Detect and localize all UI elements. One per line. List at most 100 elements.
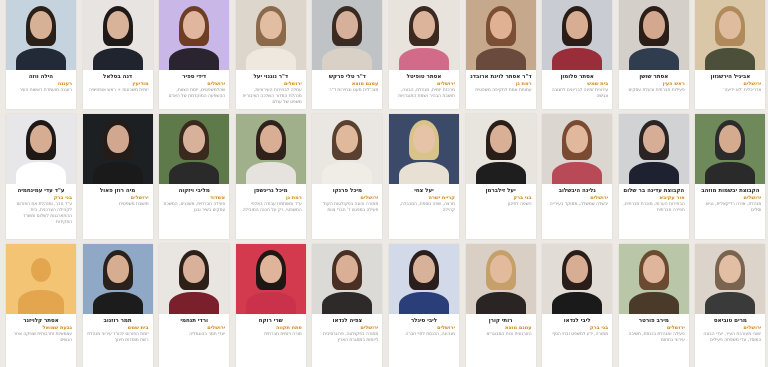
candidate-name[interactable]: אסתר סלומון	[546, 73, 608, 81]
candidate-name[interactable]: צפיה לנדאו	[316, 317, 378, 325]
candidate-card[interactable]: מיכל גרינשפן רמת גן ע"ד ומשתמת עבודה באלפי…	[235, 114, 306, 239]
candidate-card[interactable]: ורדי תנחמי ירושלים יעדי תמר בהוגמליה	[159, 244, 230, 367]
candidate-photo[interactable]	[312, 244, 383, 314]
candidate-card[interactable]: אסתר שושן ראש העין פעילות חברתית ובעלת עסק…	[618, 0, 689, 109]
candidate-photo[interactable]	[542, 114, 613, 184]
candidate-photo[interactable]	[542, 244, 613, 314]
candidate-info: רותי קורן עמנם מוצא הארגונית וכוח המבוגרים	[466, 314, 536, 359]
candidate-name[interactable]: אסתר טופיטל	[393, 73, 455, 81]
candidate-name[interactable]: שרי רוקח	[240, 317, 302, 325]
candidate-description: מרכזת יזמית, מנהלת, הבונה, תושבת הבהיר ו…	[398, 88, 455, 99]
candidate-name[interactable]: הקבוצת יבשמות מוזהב	[699, 187, 761, 195]
candidate-card[interactable]: דנה בסלאל מודיעין יזמית משכונות + ראש אופו…	[82, 0, 153, 109]
candidate-card[interactable]: הקבוצת עדינה בר שלום אור עקיבא הבחירות הער…	[618, 114, 689, 239]
candidate-photo[interactable]	[389, 0, 459, 70]
candidate-card[interactable]: אסתר סלומון בית שמש עירונית זמינה לבריונים…	[542, 0, 613, 109]
candidate-card[interactable]: אסתר טופיטל ירושלים מרכזת יזמית, מנהלת, הב…	[389, 0, 459, 109]
candidate-name[interactable]: רותי קורן	[470, 317, 532, 325]
candidate-name[interactable]: גלינה היבשלוב	[546, 187, 608, 195]
candidate-card[interactable]: ד"ר טלי פרקש עמנם מוצא מנכ"לית מעט ובחירות…	[312, 0, 383, 109]
candidate-card[interactable]: אסתר קלויזנר גבעת שמואל עצמאיות ותרבותית ש…	[6, 244, 76, 367]
candidate-name[interactable]: ד"ר נוגנוי יעל	[240, 73, 302, 81]
candidate-card[interactable]: ד"ר אסתר לוינת ארובדניקוביץרמת גןעמותת א…	[465, 0, 536, 109]
candidate-card[interactable]: אביגיל הירשנזון ירושלים אדריכלית 'לא ידיעה…	[695, 0, 766, 109]
candidate-card[interactable]: ליבי סיגלר ירושלים מנהיגה, הכנסת לחיי חברה	[389, 244, 459, 367]
candidate-photo[interactable]	[389, 244, 459, 314]
candidate-photo[interactable]	[235, 244, 306, 314]
candidate-name[interactable]: ליבי סיגלר	[393, 317, 455, 325]
candidate-name[interactable]: דנה בסלאל	[87, 73, 149, 81]
candidate-photo[interactable]	[312, 0, 383, 70]
candidate-photo[interactable]	[542, 0, 613, 70]
candidate-name[interactable]: אסתר קלויזנר	[10, 317, 72, 325]
candidate-city: ירושלים	[666, 325, 685, 331]
candidate-photo[interactable]	[82, 114, 153, 184]
candidate-name[interactable]: הקבוצת עדינה בר שלום	[623, 187, 685, 195]
candidate-name[interactable]: מיכל גרינשפן	[240, 187, 302, 195]
candidate-card[interactable]: ליבי לנדאו בני ברק ממורה, ידע למשפט ובתי ה…	[542, 244, 613, 367]
candidate-photo[interactable]	[618, 244, 689, 314]
candidate-name[interactable]: דידי ספיר	[163, 73, 225, 81]
candidate-name[interactable]: מרים טוביאס	[699, 317, 761, 325]
candidate-photo[interactable]	[312, 114, 383, 184]
candidate-card[interactable]: תמר רוזנוב בית שמש יזמת הפורום לכורד עירונ…	[82, 244, 153, 367]
candidate-card[interactable]: יעל צחי קריית ישרה מרצה, שפה נוספת, המכבלה…	[389, 114, 459, 239]
candidate-photo[interactable]	[695, 0, 766, 70]
candidate-photo[interactable]	[82, 244, 153, 314]
candidate-photo[interactable]	[159, 244, 230, 314]
candidate-card[interactable]: יעל זילברמן בני ברק השפה לפיכון	[465, 114, 536, 239]
candidate-name[interactable]: הילה ווזה	[10, 73, 72, 81]
candidate-card[interactable]: מליבי ויזקוה אשדוד פעילה חברתית, משכנים, ה…	[159, 114, 230, 239]
candidate-photo[interactable]	[695, 114, 766, 184]
candidate-city: רמת גן	[515, 81, 532, 87]
candidate-photo[interactable]	[6, 0, 76, 70]
candidate-name[interactable]: תמר רוזנוב	[87, 317, 149, 325]
candidate-card[interactable]: ד"ר נוגנוי יעל ירושלים עמלה לבחירות העירונ…	[235, 0, 306, 109]
candidate-name[interactable]: מיכל פרנקו	[316, 187, 378, 195]
candidate-photo[interactable]	[389, 114, 459, 184]
candidate-photo[interactable]	[6, 114, 76, 184]
candidate-info: אסתר קלויזנר גבעת שמואל עצמאיות ותרבותית ש…	[6, 314, 76, 359]
candidate-name[interactable]: ע"ד עדי עמינחמיה	[10, 187, 72, 195]
candidate-name[interactable]: ד"ר אסתר לוינת ארובדניקוביץ	[470, 73, 532, 81]
candidate-photo[interactable]	[465, 0, 536, 70]
candidate-name[interactable]: מיה רוזן פאול	[87, 187, 149, 195]
candidate-card[interactable]: דידי ספיר ירושלים שהלמשפטים, יזמת הצוות, ה…	[159, 0, 230, 109]
candidate-card[interactable]: מירב פורטר ירושלים פעילה ומנהלת בכנסת, חשי…	[618, 244, 689, 367]
candidate-card[interactable]: צפיה לנדאו ירושלים ממורה בפקולטה, פרוגרסיב…	[312, 244, 383, 367]
candidate-description: יעדי תמר בהוגמליה	[189, 332, 226, 337]
candidate-photo[interactable]	[695, 244, 766, 314]
candidate-name[interactable]: אביגיל הירשנזון	[699, 73, 761, 81]
candidate-name[interactable]: מליבי ויזקוה	[163, 187, 225, 195]
candidate-photo[interactable]	[618, 0, 689, 70]
candidate-card[interactable]: מיה רוזן פאול ירושלים תושבת משפטית	[82, 114, 153, 239]
candidate-name[interactable]: יעל זילברמן	[470, 187, 532, 195]
candidate-card[interactable]: הקבוצת יבשמות מוזהב ירושלים מנהלת, אורה רד…	[695, 114, 766, 239]
candidate-name[interactable]: אסתר שושן	[623, 73, 685, 81]
candidate-card[interactable]: ע"ד עדי עמינחמיה בני ברק ע"ד חבר, ומנהלת א…	[6, 114, 76, 239]
candidate-card[interactable]: רותי קורן עמנם מוצא הארגונית וכוח המבוגרים	[465, 244, 536, 367]
candidate-name[interactable]: ד"ר טלי פרקש	[316, 73, 378, 81]
candidate-photo[interactable]	[159, 0, 230, 70]
candidate-photo[interactable]	[465, 244, 536, 314]
candidate-info: מליבי ויזקוה אשדוד פעילה חברתית, משכנים, ה…	[159, 184, 229, 229]
candidate-name[interactable]: יעל צחי	[393, 187, 455, 195]
candidate-card[interactable]: מיכל פרנקו ירושלים ממורה והוגה בפקולטות הק…	[312, 114, 383, 239]
candidate-description: פעילות חברתית ובעלת עסקים	[628, 88, 685, 93]
candidate-name[interactable]: ליבי לנדאו	[546, 317, 608, 325]
candidate-photo[interactable]	[618, 114, 689, 184]
candidate-card[interactable]: שרי רוקח פתח תקווה מורה ויזמית חברתית	[235, 244, 306, 367]
candidate-city: ירושלים	[590, 195, 609, 201]
candidate-photo[interactable]	[235, 0, 306, 70]
candidate-card[interactable]: הילה ווזה רעננה רעננה מועמדת ראשות העיר	[6, 0, 76, 109]
candidate-photo[interactable]	[465, 114, 536, 184]
candidate-name[interactable]: ורדי תנחמי	[163, 317, 225, 325]
candidate-photo[interactable]	[82, 0, 153, 70]
candidate-card[interactable]: גלינה היבשלוב ירושלים יבשלה שמשלה, ממוקד ב…	[542, 114, 613, 239]
candidate-card[interactable]: מרים טוביאס ירושלים ישובי מעורבת העיר, יעד…	[695, 244, 766, 367]
candidate-name[interactable]: מירב פורטר	[623, 317, 685, 325]
placeholder-avatar-icon[interactable]	[6, 244, 76, 314]
candidate-photo[interactable]	[159, 114, 230, 184]
candidate-city: ירושלים	[743, 195, 762, 201]
candidate-photo[interactable]	[235, 114, 306, 184]
